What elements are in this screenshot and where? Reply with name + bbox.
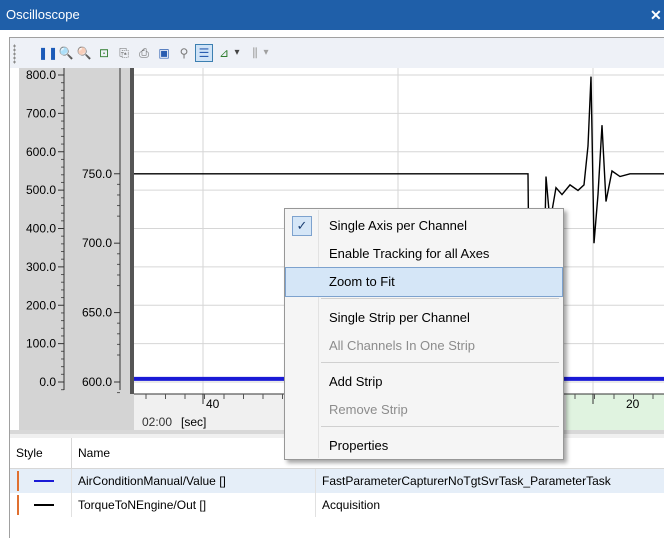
save-button[interactable]: ▣ xyxy=(156,45,172,61)
toolbar-grip[interactable] xyxy=(13,44,16,64)
zoom-out-button[interactable]: 🔍 xyxy=(76,45,92,61)
copy-icon: ⎘ xyxy=(119,46,129,60)
measure-button[interactable]: ⫼ xyxy=(247,45,263,61)
print-button[interactable]: ⎙ xyxy=(136,45,152,61)
chart-axis-icon: ⊿ xyxy=(218,46,230,60)
style-cell xyxy=(10,493,72,517)
y-axis-1-tick-label: 300.0 xyxy=(26,260,56,274)
channel-marker xyxy=(17,495,19,515)
close-icon[interactable]: ✕ xyxy=(650,6,664,24)
printer-icon: ⎙ xyxy=(139,46,149,60)
window-titlebar: Oscilloscope ✕ xyxy=(0,0,664,30)
chevron-down-icon: ▾ xyxy=(263,47,269,58)
channel-source-cell: FastParameterCapturerNoTgtSvrTask_Parame… xyxy=(322,474,611,488)
menu-item-single-axis[interactable]: ✓ Single Axis per Channel xyxy=(286,212,562,240)
menu-item-add-strip[interactable]: Add Strip xyxy=(286,368,562,396)
menu-item-label: Enable Tracking for all Axes xyxy=(329,246,490,261)
name-column-header[interactable]: Name xyxy=(72,438,316,468)
menu-item-label: Add Strip xyxy=(329,374,383,389)
channel-marker xyxy=(17,471,19,491)
y-axis-2-tick-label: 600.0 xyxy=(82,375,112,389)
menu-item-label: All Channels In One Strip xyxy=(329,338,475,353)
channel-source-cell: Acquisition xyxy=(322,498,381,512)
axis-background xyxy=(10,68,134,434)
menu-separator xyxy=(321,298,559,299)
axis-left-margin xyxy=(10,68,19,434)
line-style-swatch xyxy=(34,480,54,482)
x-axis-tick-label: 20 xyxy=(626,397,640,411)
y-axis-1-tick-label: 600.0 xyxy=(26,145,56,159)
zoom-fit-button[interactable]: ⊡ xyxy=(96,45,112,61)
zoom-fit-icon: ⊡ xyxy=(98,46,110,60)
style-cell xyxy=(10,469,72,493)
pause-icon: ❚❚ xyxy=(37,46,59,60)
y-axis-2-tick-label: 700.0 xyxy=(82,236,112,250)
cursor-icon: ⚲ xyxy=(179,46,189,60)
y-axis-2-tick-label: 750.0 xyxy=(82,167,112,181)
table-row[interactable]: TorqueToNEngine/Out [] Acquisition xyxy=(10,493,664,517)
menu-item-properties[interactable]: Properties xyxy=(286,432,562,460)
legend-icon: ☰ xyxy=(198,46,210,60)
channel-name-cell: TorqueToNEngine/Out [] xyxy=(72,493,316,517)
strip-splitter xyxy=(130,68,134,394)
menu-item-zoom-to-fit[interactable]: Zoom to Fit xyxy=(285,267,563,297)
chevron-down-icon: ▾ xyxy=(234,47,240,58)
measure-icon: ⫼ xyxy=(252,46,258,60)
y-axis-1-tick-label: 100.0 xyxy=(26,337,56,351)
window-title: Oscilloscope xyxy=(6,7,80,22)
y-axis-1-tick-label: 700.0 xyxy=(26,106,56,120)
x-axis-tick-label: 40 xyxy=(206,397,220,411)
zoom-out-icon: 🔍 xyxy=(76,46,92,60)
context-menu: ✓ Single Axis per Channel Enable Tracking … xyxy=(284,208,564,460)
menu-item-label: Zoom to Fit xyxy=(329,274,395,289)
menu-separator xyxy=(321,426,559,427)
menu-item-label: Remove Strip xyxy=(329,402,408,417)
copy-button[interactable]: ⎘ xyxy=(116,45,132,61)
menu-item-remove-strip: Remove Strip xyxy=(286,396,562,424)
y-axis-1-tick-label: 500.0 xyxy=(26,183,56,197)
menu-item-single-strip[interactable]: Single Strip per Channel xyxy=(286,304,562,332)
menu-item-label: Properties xyxy=(329,438,389,453)
menu-item-all-channels-one-strip: All Channels In One Strip xyxy=(286,332,562,360)
zoom-in-button[interactable]: 🔍 xyxy=(58,45,74,61)
cursor-button[interactable]: ⚲ xyxy=(176,45,192,61)
y-axis-2-tick-label: 650.0 xyxy=(82,306,112,320)
legend-button[interactable]: ☰ xyxy=(195,44,213,62)
x-axis-time-label: 02:00 xyxy=(142,415,172,429)
style-column-header[interactable]: Style xyxy=(10,438,72,468)
pause-button[interactable]: ❚❚ xyxy=(37,45,59,61)
y-axis-1-tick-label: 200.0 xyxy=(26,298,56,312)
checkmark-icon: ✓ xyxy=(292,216,312,236)
menu-item-label: Single Axis per Channel xyxy=(329,218,468,233)
x-axis-label: [sec] xyxy=(181,415,206,429)
table-row[interactable]: AirConditionManual/Value [] FastParameter… xyxy=(10,469,664,493)
line-style-swatch xyxy=(34,504,54,506)
menu-item-enable-tracking[interactable]: Enable Tracking for all Axes xyxy=(286,240,562,268)
y-axis-1-tick-label: 0.0 xyxy=(39,375,56,389)
y-axis-1-tick-label: 400.0 xyxy=(26,222,56,236)
zoom-in-icon: 🔍 xyxy=(58,46,74,60)
measure-dropdown[interactable]: ▾ xyxy=(262,45,270,61)
axis-options-dropdown[interactable]: ▾ xyxy=(233,45,241,61)
menu-item-label: Single Strip per Channel xyxy=(329,310,470,325)
axis-options-button[interactable]: ⊿ xyxy=(216,45,232,61)
channel-name-cell: AirConditionManual/Value [] xyxy=(72,469,316,493)
save-icon: ▣ xyxy=(158,46,170,60)
y-axis-1-tick-label: 800.0 xyxy=(26,68,56,82)
menu-separator xyxy=(321,362,559,363)
